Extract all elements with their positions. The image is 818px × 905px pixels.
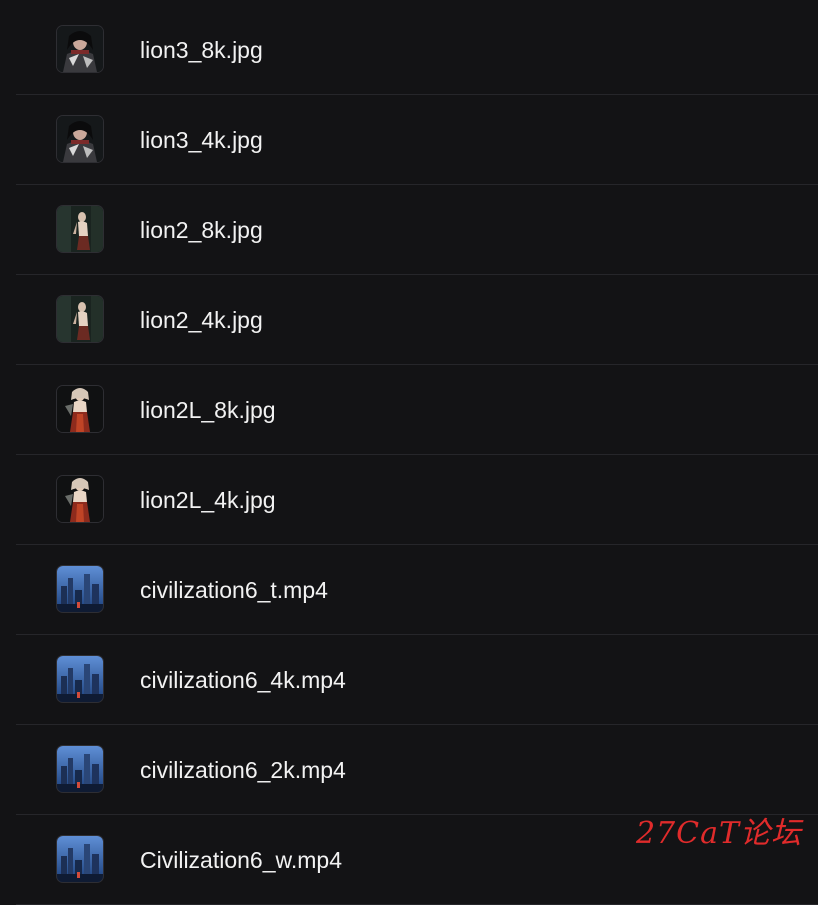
file-name: lion2_8k.jpg bbox=[140, 217, 263, 243]
file-row[interactable]: lion2L_8k.jpg bbox=[16, 365, 818, 455]
file-row[interactable]: lion3_4k.jpg bbox=[16, 95, 818, 185]
portrait-figure-thumbnail-icon bbox=[57, 296, 103, 342]
watermark-logo: 27CaT论坛 bbox=[635, 816, 802, 851]
portrait-red-thumbnail-icon bbox=[57, 476, 103, 522]
file-row[interactable]: lion2_8k.jpg bbox=[16, 185, 818, 275]
file-row[interactable]: lion3_8k.jpg bbox=[16, 5, 818, 95]
file-name: lion2_4k.jpg bbox=[140, 307, 263, 333]
portrait-dark-thumbnail-icon bbox=[57, 26, 103, 72]
file-name: lion3_8k.jpg bbox=[140, 37, 263, 63]
file-name: civilization6_4k.mp4 bbox=[140, 667, 346, 693]
portrait-figure-thumbnail-icon bbox=[57, 206, 103, 252]
file-name: lion3_4k.jpg bbox=[140, 127, 263, 153]
file-row[interactable]: lion2L_4k.jpg bbox=[16, 455, 818, 545]
file-row[interactable]: lion2_4k.jpg bbox=[16, 275, 818, 365]
file-row[interactable]: civilization6_4k.mp4 bbox=[16, 635, 818, 725]
city-blue-thumbnail-icon bbox=[57, 566, 103, 612]
file-row[interactable]: civilization6_t.mp4 bbox=[16, 545, 818, 635]
portrait-dark-thumbnail-icon bbox=[57, 116, 103, 162]
city-blue-thumbnail-icon bbox=[57, 836, 103, 882]
file-name: lion2L_8k.jpg bbox=[140, 397, 276, 423]
city-blue-thumbnail-icon bbox=[57, 746, 103, 792]
file-name: lion2L_4k.jpg bbox=[140, 487, 276, 513]
file-name: Civilization6_w.mp4 bbox=[140, 847, 342, 873]
city-blue-thumbnail-icon bbox=[57, 656, 103, 702]
file-row[interactable]: civilization6_2k.mp4 bbox=[16, 725, 818, 815]
file-name: civilization6_t.mp4 bbox=[140, 577, 328, 603]
portrait-red-thumbnail-icon bbox=[57, 386, 103, 432]
file-name: civilization6_2k.mp4 bbox=[140, 757, 346, 783]
file-list: lion3_8k.jpg lion3_4k.jpg lion2_8k.jpglion… bbox=[16, 5, 818, 905]
